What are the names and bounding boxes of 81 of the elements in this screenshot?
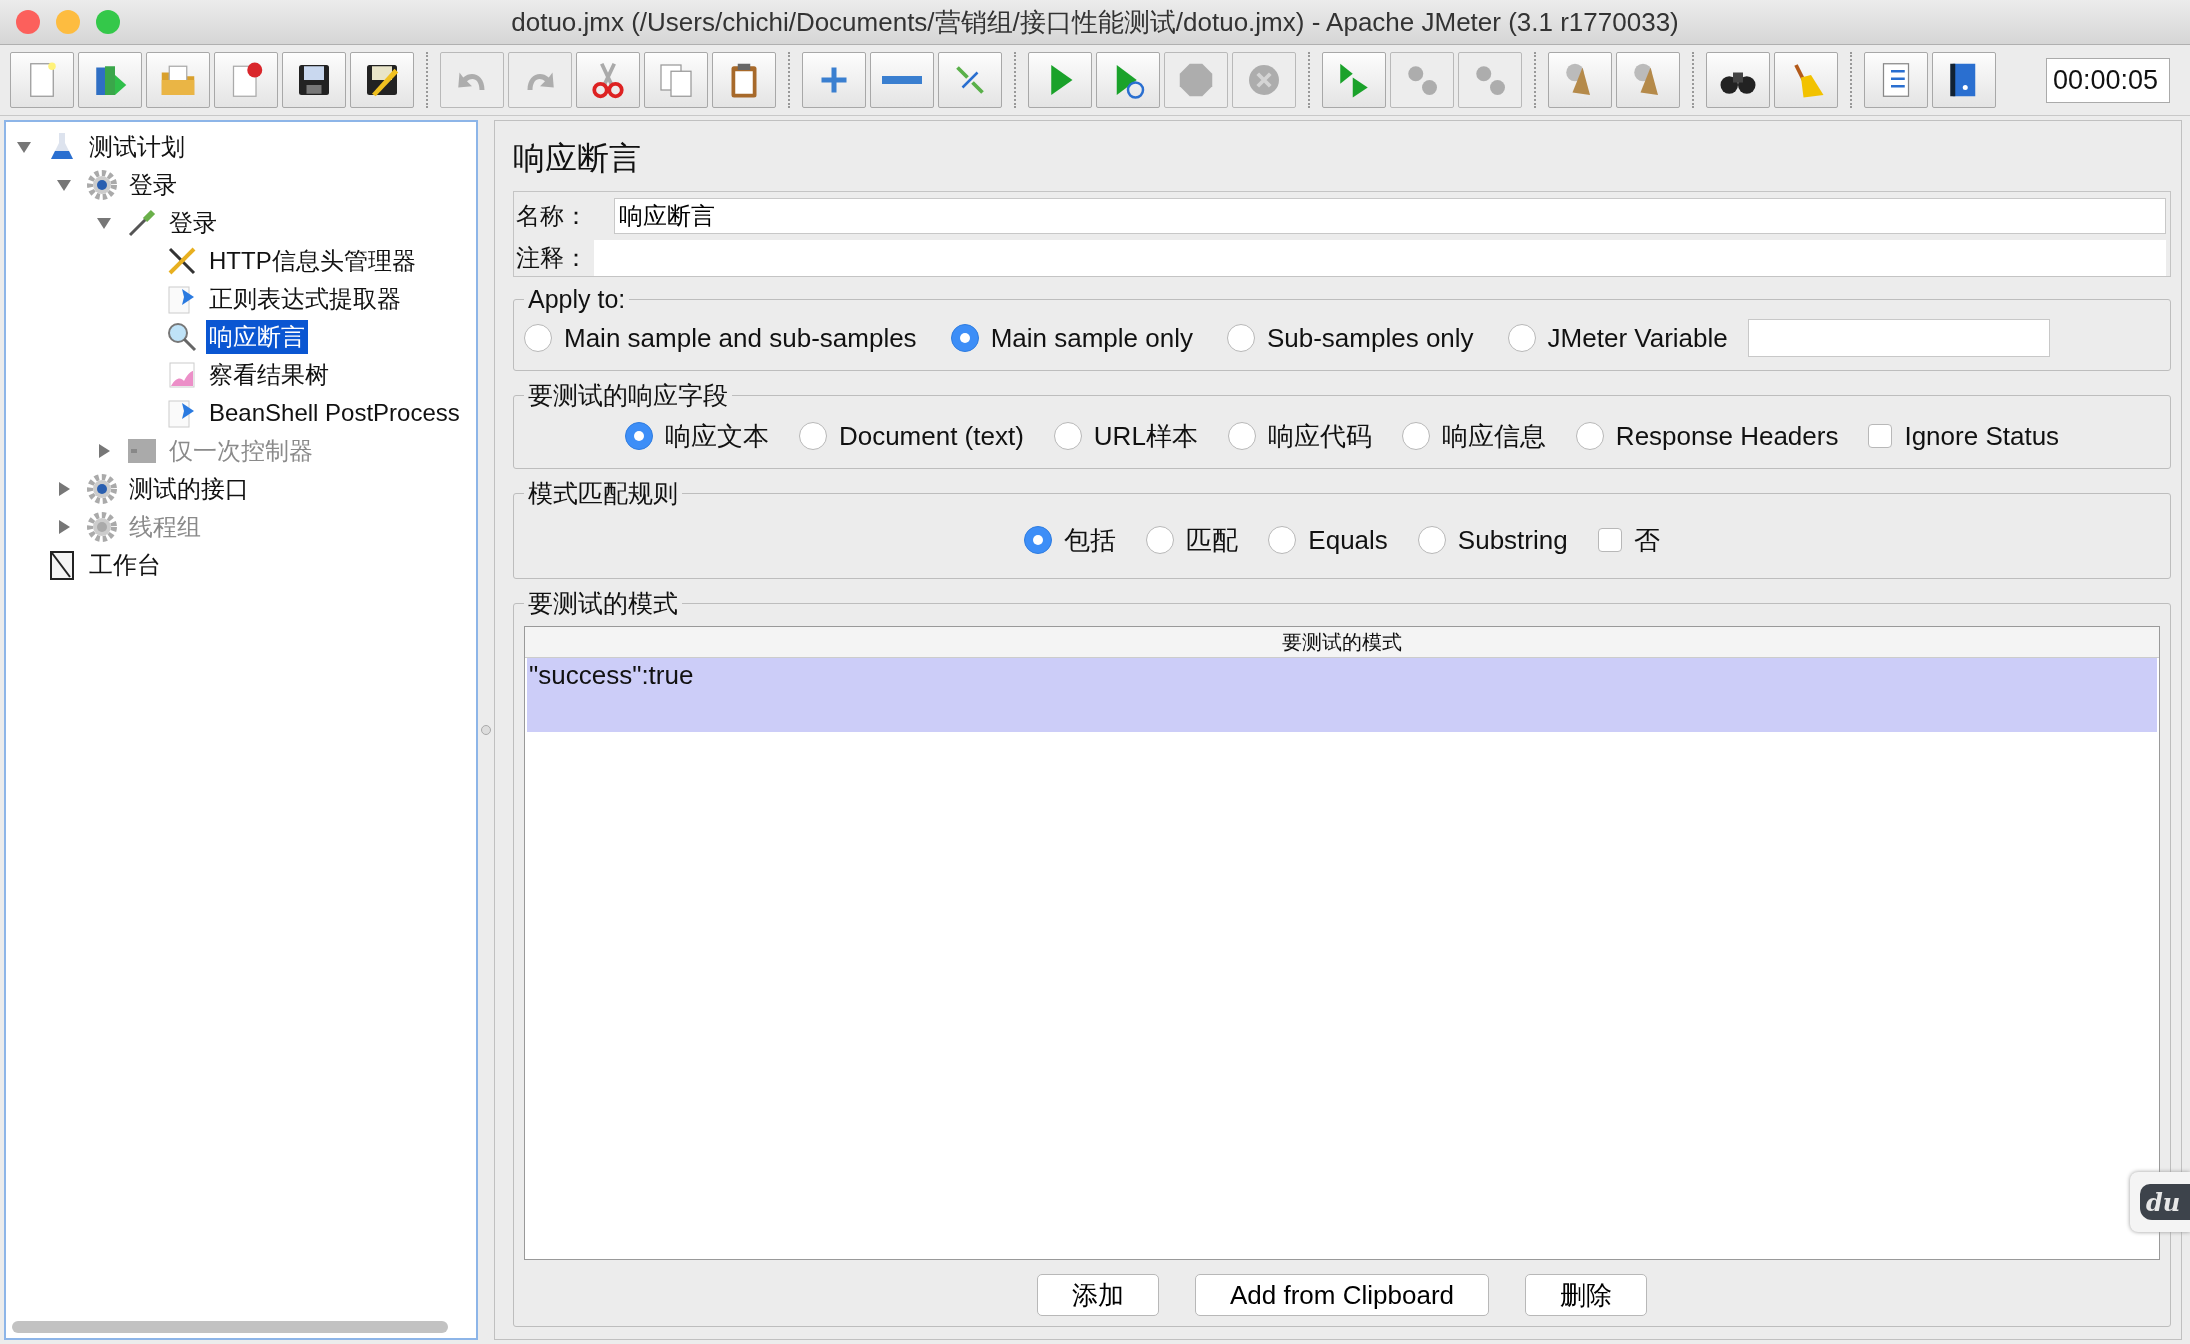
radio-button[interactable]	[1024, 526, 1053, 554]
radio-button[interactable]	[1146, 526, 1175, 554]
radio-button[interactable]	[1053, 422, 1082, 450]
expanded-arrow-icon[interactable]	[56, 177, 72, 193]
tree-item[interactable]: HTTP信息头管理器	[206, 244, 419, 278]
zoom-button[interactable]	[96, 10, 120, 34]
radio-button[interactable]	[1227, 422, 1256, 450]
elapsed-time: 00:00:05	[2046, 57, 2170, 103]
gear-icon	[86, 473, 118, 505]
widget-button[interactable]: du	[2140, 1184, 2190, 1220]
checkbox[interactable]	[1597, 528, 1622, 552]
option-label: 响应信息	[1441, 419, 1546, 453]
option-label: Document (text)	[838, 420, 1024, 452]
tree-item[interactable]: 响应断言	[206, 320, 308, 354]
minimize-button[interactable]	[56, 10, 80, 34]
group-title: 模式匹配规则	[527, 478, 679, 509]
gear-icon	[86, 511, 118, 543]
tree-item[interactable]: 登录	[166, 206, 220, 240]
radio-button[interactable]	[798, 422, 827, 450]
comment-label: 注释：	[516, 243, 589, 273]
window-title: dotuo.jmx (/Users/chichi/Documents/营销组/接口性能测试/dotuo.jmx) - Apache JMeter (3.1 r1770033)	[510, 5, 1680, 39]
option-label: 包括	[1064, 523, 1117, 557]
tree-item[interactable]: 察看结果树	[206, 358, 332, 392]
option-label: Ignore Status	[1904, 420, 2060, 452]
option-label: URL样本	[1093, 419, 1198, 453]
action-button[interactable]: 添加	[1037, 1274, 1159, 1316]
comment-field[interactable]	[594, 240, 2166, 276]
option-label: 响应文本	[664, 419, 769, 453]
dropper-icon	[126, 207, 158, 239]
close-window-button[interactable]	[16, 10, 40, 34]
magnifier-icon	[166, 321, 198, 353]
chart-icon	[166, 359, 198, 391]
tree-item[interactable]: 正则表达式提取器	[206, 282, 404, 316]
gear-icon	[86, 169, 118, 201]
tree-item[interactable]: BeanShell PostProcess	[206, 398, 463, 428]
group-title: 要测试的模式	[527, 588, 679, 619]
radio-button[interactable]	[1417, 526, 1446, 554]
expanded-arrow-icon[interactable]	[16, 139, 32, 155]
tree-item[interactable]: 登录	[126, 168, 180, 202]
option-label: 否	[1633, 523, 1660, 557]
tree-item[interactable]: 工作台	[86, 548, 164, 582]
variable-field[interactable]	[1747, 319, 2050, 357]
tools-icon	[166, 245, 198, 277]
action-button[interactable]: Add from Clipboard	[1195, 1274, 1489, 1316]
radio-button[interactable]	[524, 324, 552, 352]
radio-button[interactable]	[1401, 422, 1430, 450]
action-button[interactable]: 删除	[1525, 1274, 1647, 1316]
tree-item[interactable]: 测试计划	[86, 130, 188, 164]
option-label: Response Headers	[1615, 420, 1839, 452]
option-label: Main sample only	[990, 322, 1193, 354]
toolbar-button[interactable]	[350, 52, 414, 108]
toolbar-button[interactable]	[1706, 52, 1770, 108]
option-label: Main sample and sub-samples	[564, 322, 917, 354]
column-header[interactable]: 要测试的模式	[525, 627, 2159, 658]
group-title: 要测试的响应字段	[527, 380, 729, 411]
minus-icon	[882, 76, 922, 84]
option-label: 匹配	[1186, 523, 1239, 557]
panel-title: 响应断言	[513, 139, 642, 178]
name-field[interactable]: 响应断言	[614, 198, 2166, 234]
radio-button[interactable]	[624, 422, 653, 450]
group-title: Apply to:	[527, 285, 627, 314]
collapsed-arrow-icon[interactable]	[56, 481, 72, 497]
radio-button[interactable]	[1226, 324, 1255, 352]
radio-button[interactable]	[1507, 324, 1536, 352]
toolbar-button[interactable]	[1932, 52, 1996, 108]
table-row[interactable]: "success":true	[527, 658, 2157, 732]
option-label: Equals	[1308, 524, 1388, 556]
radio-button[interactable]	[950, 324, 979, 352]
option-label: Sub-samples only	[1266, 322, 1474, 354]
option-label: 响应代码	[1267, 419, 1372, 453]
radio-button[interactable]	[1268, 526, 1297, 554]
option-label: JMeter Variable	[1547, 322, 1728, 354]
name-label: 名称：	[516, 201, 589, 231]
tree-item[interactable]: 测试的接口	[126, 472, 252, 506]
toolbar-button[interactable]	[282, 52, 346, 108]
scrollbar-thumb[interactable]	[12, 1321, 448, 1333]
splitter-handle[interactable]	[481, 725, 491, 735]
option-label: Substring	[1457, 524, 1568, 556]
radio-button[interactable]	[1575, 422, 1604, 450]
checkbox[interactable]	[1868, 424, 1893, 448]
expanded-arrow-icon[interactable]	[96, 215, 112, 231]
